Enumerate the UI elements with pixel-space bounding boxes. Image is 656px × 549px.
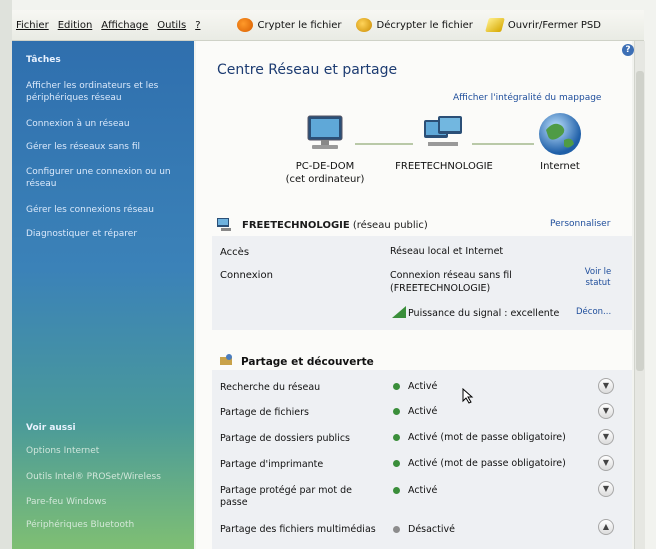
customize-link[interactable]: Personnaliser: [550, 219, 610, 229]
see-also-heading: Voir aussi: [26, 423, 76, 433]
encrypt-file-button[interactable]: Crypter le fichier: [236, 18, 342, 32]
network-name: FREETECHNOLOGIE: [242, 220, 350, 231]
menu-bar: Fichier Edition Affichage Outils ? Crypt…: [12, 10, 644, 41]
decrypt-file-label: Décrypter le fichier: [376, 19, 473, 31]
disconnect-link[interactable]: Décon...: [576, 307, 611, 318]
vertical-scrollbar[interactable]: [634, 41, 645, 549]
network-small-icon: [217, 218, 231, 231]
full-map-link[interactable]: Afficher l'intégralité du mappage: [453, 93, 601, 103]
view-status-link[interactable]: Voir le statut: [578, 267, 618, 289]
expand-chevron-icon[interactable]: ▼: [598, 429, 614, 445]
view-status-line2: statut: [585, 278, 611, 288]
computer-subtitle: (cet ordinateur): [285, 174, 365, 185]
network-node-label: FREETECHNOLOGIE: [395, 161, 493, 172]
status-text: Activé (mot de passe obligatoire): [408, 458, 566, 469]
sidebar-task-view-computers[interactable]: Afficher les ordinateurs et les périphér…: [26, 80, 176, 104]
connection-label: Connexion: [220, 270, 273, 281]
page-title: Centre Réseau et partage: [217, 62, 398, 78]
status-on-icon: [393, 487, 400, 494]
sidebar-task-manage-wireless[interactable]: Gérer les réseaux sans fil: [26, 141, 176, 153]
menu-affichage[interactable]: Affichage: [101, 20, 148, 31]
sharing-row-status: Activé (mot de passe obligatoire): [393, 458, 566, 469]
sharing-icon: [220, 354, 232, 365]
expand-chevron-icon[interactable]: ▼: [598, 378, 614, 394]
sharing-row-label: Partage protégé par mot de passe: [220, 485, 352, 508]
sharing-row-status: Désactivé: [393, 524, 455, 535]
folder-icon: [485, 18, 505, 32]
network-title: FREETECHNOLOGIE (réseau public): [242, 220, 428, 231]
tasks-heading: Tâches: [26, 55, 61, 65]
sharing-row-label: Partage des fichiers multimédias: [220, 524, 376, 535]
status-text: Désactivé: [408, 524, 455, 535]
scrollbar-thumb[interactable]: [636, 71, 644, 371]
connection-value-line2: (FREETECHNOLOGIE): [390, 283, 491, 294]
menu-edition[interactable]: Edition: [58, 20, 93, 31]
sharing-row-label: Partage d'imprimante: [220, 459, 324, 470]
menu-outils[interactable]: Outils: [157, 20, 186, 31]
sidebar-task-setup-connection[interactable]: Configurer une connexion ou un réseau: [26, 166, 176, 190]
status-text: Activé (mot de passe obligatoire): [408, 432, 566, 443]
sharing-row-status: Activé: [393, 485, 437, 496]
expand-chevron-icon[interactable]: ▼: [598, 455, 614, 471]
connection-line: [472, 143, 534, 145]
signal-strength-text: Puissance du signal : excellente: [408, 308, 560, 319]
status-text: Activé: [408, 381, 438, 392]
sharing-row-status: Activé (mot de passe obligatoire): [393, 432, 566, 443]
status-on-icon: [393, 460, 400, 467]
globe-icon[interactable]: [536, 110, 584, 158]
connection-value-line1: Connexion réseau sans fil: [390, 270, 512, 281]
sidebar-task-manage-connections[interactable]: Gérer les connexions réseau: [26, 204, 176, 216]
status-on-icon: [393, 408, 400, 415]
computer-name: PC-DE-DOM: [295, 161, 355, 172]
sharing-row-label: Partage de fichiers: [220, 407, 309, 418]
status-text: Activé: [408, 406, 438, 417]
lock-icon: [236, 18, 253, 32]
sidebar-link-firewall[interactable]: Pare-feu Windows: [26, 497, 106, 507]
help-icon[interactable]: ?: [622, 44, 634, 56]
sidebar-task-diagnose[interactable]: Diagnostiquer et réparer: [26, 228, 176, 240]
sharing-row-status: Activé: [393, 406, 437, 417]
connection-line: [355, 143, 413, 145]
status-on-icon: [393, 383, 400, 390]
menu-help[interactable]: ?: [195, 20, 200, 31]
sidebar-link-bluetooth[interactable]: Périphériques Bluetooth: [26, 520, 134, 530]
open-close-psd-button[interactable]: Ouvrir/Fermer PSD: [485, 18, 601, 32]
encrypt-file-label: Crypter le fichier: [257, 19, 342, 31]
sharing-section-title: Partage et découverte: [241, 356, 374, 368]
decrypt-file-button[interactable]: Décrypter le fichier: [355, 18, 473, 32]
status-off-icon: [393, 526, 400, 533]
expand-chevron-icon[interactable]: ▼: [598, 403, 614, 419]
collapse-chevron-icon[interactable]: ▲: [598, 519, 614, 535]
status-on-icon: [393, 434, 400, 441]
mouse-cursor-icon: [462, 388, 474, 404]
signal-strength-icon: [392, 306, 406, 318]
view-status-line1: Voir le: [584, 267, 612, 277]
network-type: (réseau public): [352, 220, 428, 231]
sidebar-link-internet-options[interactable]: Options Internet: [26, 446, 99, 456]
access-value: Réseau local et Internet: [390, 246, 504, 257]
status-text: Activé: [408, 485, 438, 496]
sharing-row-status: Activé: [393, 381, 437, 392]
unlock-icon: [355, 18, 372, 32]
sharing-row-label: Recherche du réseau: [220, 382, 321, 393]
computer-node-label: PC-DE-DOM (cet ordinateur): [270, 160, 380, 186]
network-icon[interactable]: [418, 112, 470, 156]
menu-fichier[interactable]: Fichier: [16, 20, 49, 31]
internet-node-label: Internet: [540, 161, 580, 172]
open-close-psd-label: Ouvrir/Fermer PSD: [507, 19, 601, 31]
computer-icon[interactable]: [300, 112, 352, 156]
expand-chevron-icon[interactable]: ▼: [598, 481, 614, 497]
access-label: Accès: [220, 247, 250, 258]
sharing-row-label: Partage de dossiers publics: [220, 433, 350, 444]
sidebar-task-connect[interactable]: Connexion à un réseau: [26, 118, 176, 130]
sidebar-link-intel-proset[interactable]: Outils Intel® PROSet/Wireless: [26, 472, 161, 482]
